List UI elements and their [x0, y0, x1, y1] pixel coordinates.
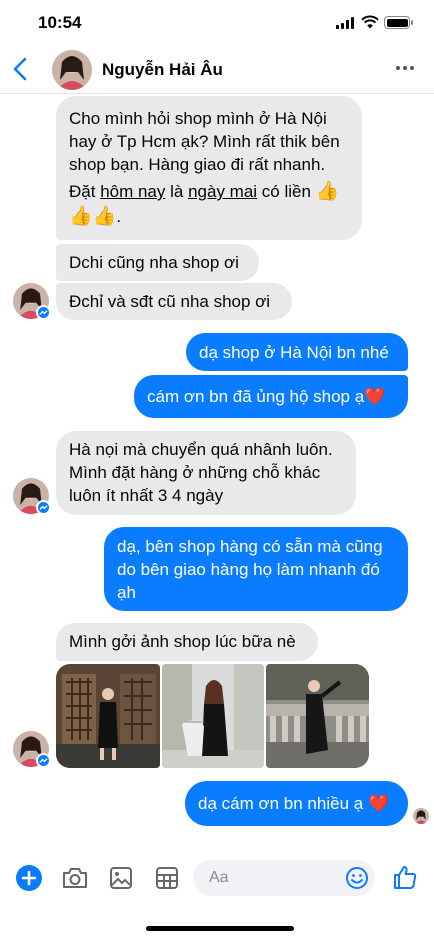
thumbs-up-icon: 👍 [69, 206, 93, 227]
back-icon[interactable] [10, 56, 32, 82]
message-line: Cho mình hỏi shop mình ở Hà Nội [69, 109, 327, 128]
date-link[interactable]: hôm nay [100, 182, 165, 201]
message-composer: Aa [0, 850, 434, 906]
incoming-message[interactable]: Cho mình hỏi shop mình ở Hà Nội hay ở Tp… [56, 96, 362, 240]
message-line: Đặt hôm nay là ngày mai có liền 👍 [69, 181, 340, 202]
contact-name[interactable]: Nguyễn Hải Âu [102, 60, 223, 80]
incoming-message[interactable]: Hà nọi mà chuyển quá nhânh luôn. Mình đặ… [56, 431, 356, 515]
message-input-placeholder: Aa [209, 869, 229, 886]
camera-icon[interactable] [61, 866, 89, 890]
read-receipt-avatar [413, 808, 429, 824]
shared-photo[interactable] [162, 664, 264, 768]
status-bar: 10:54 [0, 0, 434, 46]
messenger-icon [36, 500, 51, 515]
incoming-message[interactable]: Đchỉ và sđt cũ nha shop ơi [56, 283, 292, 320]
wifi-icon [361, 15, 379, 29]
message-line: 👍👍. [69, 206, 122, 227]
outgoing-message[interactable]: cám ơn bn đã ủng hộ shop ạ❤️ [134, 375, 408, 418]
message-line: hay ở Tp Hcm ạk? Mình rất thik bên [69, 132, 340, 151]
home-indicator [146, 926, 294, 931]
more-options-icon[interactable] [396, 66, 416, 72]
battery-icon [384, 16, 413, 29]
thumbs-up-icon: 👍 [315, 181, 340, 202]
heart-icon: ❤️ [367, 794, 390, 813]
incoming-message[interactable]: Dchi cũng nha shop ơi [56, 244, 259, 281]
plus-icon[interactable] [16, 865, 42, 891]
date-link[interactable]: ngày mai [188, 182, 257, 201]
thumbs-up-icon: 👍 [92, 206, 117, 227]
incoming-message[interactable]: Mình gởi ảnh shop lúc bữa nè [56, 623, 318, 661]
emoji-icon[interactable] [345, 866, 369, 890]
apps-icon[interactable] [155, 866, 179, 890]
heart-icon: ❤️ [364, 387, 386, 406]
outgoing-message[interactable]: dạ shop ở Hà Nội bn nhé [186, 333, 408, 371]
message-line: shop bạn. Hàng giao đi rất nhanh. [69, 155, 326, 174]
like-icon[interactable] [393, 864, 417, 890]
messenger-icon [36, 753, 51, 768]
status-time: 10:54 [38, 13, 82, 32]
outgoing-message[interactable]: dạ, bên shop hàng có sẵn mà cũng do bên … [104, 527, 408, 611]
shared-photo[interactable] [56, 664, 160, 768]
gallery-icon[interactable] [109, 866, 133, 890]
contact-avatar[interactable] [52, 50, 92, 90]
conversation-header: Nguyễn Hải Âu [0, 46, 434, 94]
signal-icon [336, 17, 356, 29]
messenger-icon [36, 305, 51, 320]
outgoing-message[interactable]: dạ cám ơn bn nhiều ạ ❤️ [185, 781, 408, 826]
shared-photo[interactable] [266, 664, 369, 768]
